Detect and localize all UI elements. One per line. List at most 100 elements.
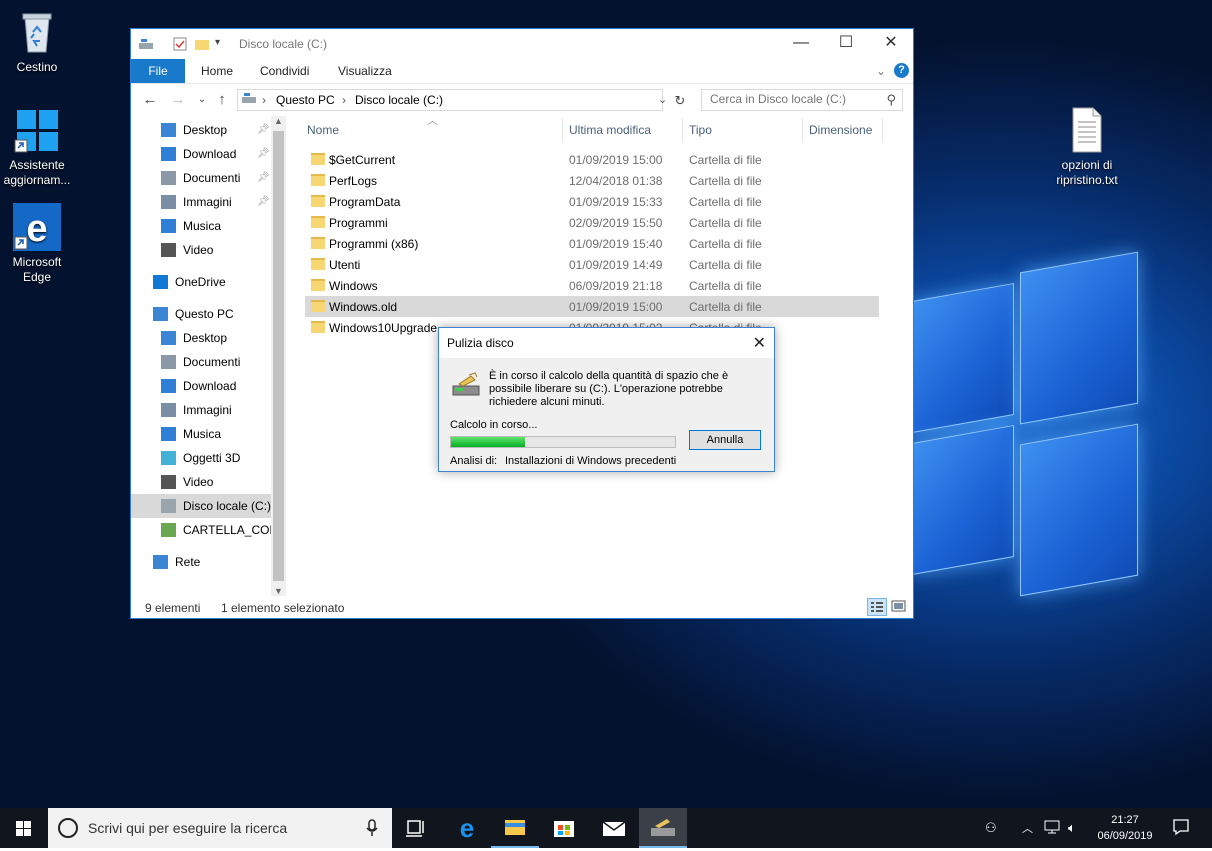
clock-date: 06/09/2019 — [1097, 830, 1153, 842]
file-row[interactable]: Programmi (x86) 01/09/2019 15:40 Cartella … — [305, 233, 879, 254]
item-count: 9 elementi — [145, 601, 201, 615]
nav-item[interactable]: Video — [131, 470, 271, 494]
file-name: Windows.old — [329, 300, 398, 314]
new-folder-icon[interactable] — [195, 37, 209, 51]
properties-icon[interactable] — [173, 37, 187, 51]
dialog-close-button[interactable]: ✕ — [753, 333, 766, 353]
file-row[interactable]: Windows.old 01/09/2019 15:00 Cartella di f… — [305, 296, 879, 317]
breadcrumb-local-disk[interactable]: Disco locale (C:) — [355, 93, 443, 107]
desktop-icon-microsoft-edge[interactable]: e Microsoft Edge — [0, 203, 77, 285]
nav-item[interactable]: Musica — [131, 422, 271, 446]
search-icon[interactable]: ⚲ — [886, 92, 896, 108]
nav-item-label: Questo PC — [175, 307, 234, 321]
column-separator[interactable] — [562, 118, 563, 142]
tab-home[interactable]: Home — [201, 59, 233, 83]
search-box[interactable]: ⚲ — [701, 89, 903, 111]
scroll-up-icon[interactable]: ▲ — [274, 116, 283, 126]
minimize-button[interactable]: — — [778, 29, 824, 59]
nav-item[interactable]: Download — [131, 374, 271, 398]
column-header-type[interactable]: Tipo — [689, 123, 712, 137]
nav-item[interactable]: Questo PC — [131, 302, 271, 326]
3d-objects-icon — [161, 451, 176, 465]
nav-item[interactable]: Immagini 📌︎ — [131, 190, 271, 214]
nav-item[interactable]: OneDrive — [131, 270, 271, 294]
file-row[interactable]: PerfLogs 12/04/2018 01:38 Cartella di file — [305, 170, 879, 191]
up-arrow-icon[interactable]: ↑ — [213, 91, 231, 109]
mail-icon — [602, 821, 626, 836]
file-row[interactable]: $GetCurrent 01/09/2019 15:00 Cartella di f… — [305, 149, 879, 170]
nav-item[interactable]: Video — [131, 238, 271, 262]
taskbar-disk-cleanup-button[interactable] — [639, 808, 687, 848]
large-icons-view-icon[interactable] — [889, 598, 909, 616]
taskbar-file-explorer-button[interactable] — [491, 808, 539, 848]
scrollbar-thumb[interactable] — [273, 131, 284, 581]
column-separator[interactable] — [682, 118, 683, 142]
file-row[interactable]: ProgramData 01/09/2019 15:33 Cartella di f… — [305, 191, 879, 212]
pin-icon: 📌︎ — [257, 172, 270, 183]
taskbar-store-button[interactable] — [540, 808, 588, 848]
back-arrow-icon[interactable]: ← — [141, 91, 159, 109]
details-view-icon[interactable] — [867, 598, 887, 616]
customize-toolbar-icon[interactable]: ▾ — [215, 37, 229, 51]
svg-text:e: e — [26, 208, 47, 250]
start-button[interactable] — [0, 808, 48, 848]
breadcrumb-this-pc[interactable]: Questo PC — [276, 93, 335, 107]
expand-ribbon-chevron-icon[interactable]: ⌄ — [876, 59, 886, 83]
nav-item[interactable]: Desktop — [131, 326, 271, 350]
scroll-down-icon[interactable]: ▼ — [274, 586, 283, 596]
nav-item[interactable]: Disco locale (C:) — [131, 494, 271, 518]
selection-count: 1 elemento selezionato — [221, 601, 345, 615]
network-icon[interactable] — [1044, 819, 1062, 838]
show-hidden-icons-chevron-icon[interactable]: ︿ — [1022, 820, 1033, 836]
close-button[interactable]: ✕ — [868, 29, 914, 59]
volume-icon[interactable]: 🔈︎ — [1068, 820, 1076, 836]
desktop-icon-restore-options-file[interactable]: opzioni di ripristino.txt — [1046, 106, 1128, 188]
column-header-modified[interactable]: Ultima modifica — [569, 123, 651, 137]
nav-item[interactable]: CARTELLA_CON — [131, 518, 271, 542]
nav-item[interactable]: Oggetti 3D — [131, 446, 271, 470]
nav-item[interactable]: Documenti 📌︎ — [131, 166, 271, 190]
file-row[interactable]: Utenti 01/09/2019 14:49 Cartella di file — [305, 254, 879, 275]
tab-share[interactable]: Condividi — [260, 59, 309, 83]
clock-time: 21:27 — [1111, 814, 1139, 826]
nav-item[interactable]: Immagini — [131, 398, 271, 422]
taskbar-search-box[interactable]: Scrivi qui per eseguire la ricerca — [48, 808, 392, 848]
nav-item[interactable]: Rete — [131, 550, 271, 574]
desktop-icon-label: Assistente aggiornam... — [3, 158, 71, 187]
nav-item[interactable]: Musica — [131, 214, 271, 238]
nav-item-label: Documenti — [183, 355, 241, 369]
notifications-icon[interactable] — [1172, 818, 1190, 839]
cancel-button[interactable]: Annulla — [689, 430, 761, 450]
navigation-scrollbar[interactable]: ▲ ▼ — [271, 116, 286, 596]
address-dropdown-chevron-icon[interactable]: ⌄ — [658, 93, 667, 106]
help-icon[interactable]: ? — [894, 63, 909, 78]
nav-item[interactable]: Desktop 📌︎ — [131, 118, 271, 142]
search-input[interactable] — [702, 90, 888, 108]
tab-file[interactable]: File — [131, 59, 185, 83]
column-separator[interactable] — [882, 118, 883, 142]
title-bar: ▾ Disco locale (C:) — ☐ ✕ — [131, 29, 913, 59]
nav-item[interactable]: Download 📌︎ — [131, 142, 271, 166]
taskbar-mail-button[interactable] — [590, 808, 638, 848]
task-view-button[interactable] — [392, 808, 440, 848]
recent-locations-chevron-icon[interactable]: ⌄ — [193, 91, 211, 109]
column-header-size[interactable]: Dimensione — [809, 123, 872, 137]
microphone-icon[interactable] — [366, 819, 378, 840]
file-row[interactable]: Windows 06/09/2019 21:18 Cartella di file — [305, 275, 879, 296]
desktop-icon-update-assistant[interactable]: Assistente aggiornam... — [0, 106, 77, 188]
refresh-icon[interactable]: ↻ — [671, 92, 689, 110]
maximize-button[interactable]: ☐ — [823, 29, 869, 59]
tab-view[interactable]: Visualizza — [338, 59, 392, 83]
taskbar-clock[interactable]: 21:27 06/09/2019 — [1088, 812, 1162, 844]
nav-item[interactable]: Documenti — [131, 350, 271, 374]
desktop-icon-recycle-bin[interactable]: Cestino — [0, 8, 77, 75]
column-header-name[interactable]: Nome — [307, 123, 339, 137]
forward-arrow-icon[interactable]: → — [169, 91, 187, 109]
taskbar-edge-button[interactable]: e — [443, 808, 491, 848]
column-separator[interactable] — [802, 118, 803, 142]
dialog-title: Pulizia disco — [447, 336, 514, 350]
analysis-value: Installazioni di Windows precedenti — [505, 455, 677, 467]
people-icon[interactable]: ⚇ — [985, 820, 997, 836]
file-row[interactable]: Programmi 02/09/2019 15:50 Cartella di fil… — [305, 212, 879, 233]
address-bar[interactable]: › Questo PC › Disco locale (C:) ⌄ — [237, 89, 667, 111]
